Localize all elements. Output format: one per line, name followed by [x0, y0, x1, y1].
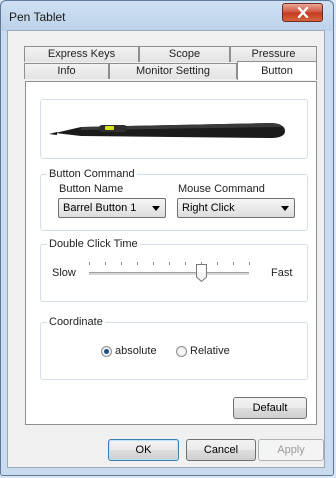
coordinate-group: Coordinate: [40, 316, 308, 380]
tab-monitor-setting[interactable]: Monitor Setting: [109, 63, 237, 79]
slider-tick: [105, 262, 106, 265]
tab-pressure[interactable]: Pressure: [230, 46, 317, 62]
slider-tick: [249, 262, 250, 265]
tab-label: Button: [261, 65, 293, 77]
absolute-label: absolute: [115, 345, 157, 357]
tab-scope[interactable]: Scope: [139, 46, 230, 62]
double-click-slider-track[interactable]: [89, 272, 249, 275]
tab-label: Express Keys: [47, 48, 116, 60]
tab-express-keys[interactable]: Express Keys: [24, 46, 139, 62]
slow-label: Slow: [52, 267, 76, 279]
button-command-label: Button Command: [47, 168, 137, 181]
slider-tick: [137, 262, 138, 265]
relative-radio[interactable]: [176, 346, 187, 357]
tab-button[interactable]: Button: [237, 61, 317, 80]
button-name-select[interactable]: Barrel Button 1: [58, 198, 166, 218]
chevron-down-icon: [281, 206, 289, 211]
cancel-button[interactable]: Cancel: [186, 439, 256, 461]
mouse-command-select[interactable]: Right Click: [177, 198, 295, 218]
tab-info[interactable]: Info: [24, 63, 109, 79]
button-name-value: Barrel Button 1: [63, 202, 137, 214]
slider-tick: [153, 262, 154, 265]
slider-tick: [233, 262, 234, 265]
relative-label: Relative: [190, 345, 230, 357]
pen-illustration: [49, 123, 285, 138]
pen-illustration-box: [40, 99, 308, 159]
tab-label: Info: [57, 65, 76, 77]
tab-label: Monitor Setting: [136, 65, 210, 77]
slider-tick: [169, 262, 170, 265]
slider-thumb[interactable]: [196, 264, 207, 282]
coordinate-label: Coordinate: [47, 316, 105, 329]
slider-tick: [121, 262, 122, 265]
window-title: Pen Tablet: [9, 10, 66, 24]
mouse-command-value: Right Click: [182, 202, 235, 214]
close-button[interactable]: [282, 3, 323, 22]
button-name-label: Button Name: [59, 183, 124, 195]
chevron-down-icon: [152, 206, 160, 211]
tab-label: Pressure: [251, 48, 296, 60]
slider-tick: [89, 262, 90, 265]
tab-label: Scope: [168, 48, 201, 60]
ok-button[interactable]: OK: [108, 439, 179, 461]
fast-label: Fast: [271, 267, 293, 279]
mouse-command-label: Mouse Command: [178, 183, 265, 195]
slider-tick: [185, 262, 186, 265]
absolute-radio[interactable]: [101, 346, 112, 357]
close-icon: [297, 7, 308, 18]
double-click-time-label: Double Click Time: [47, 238, 140, 251]
apply-button[interactable]: Apply: [258, 439, 324, 461]
default-button[interactable]: Default: [233, 397, 307, 419]
title-bar[interactable]: Pen Tablet: [1, 1, 333, 31]
slider-tick: [217, 262, 218, 265]
